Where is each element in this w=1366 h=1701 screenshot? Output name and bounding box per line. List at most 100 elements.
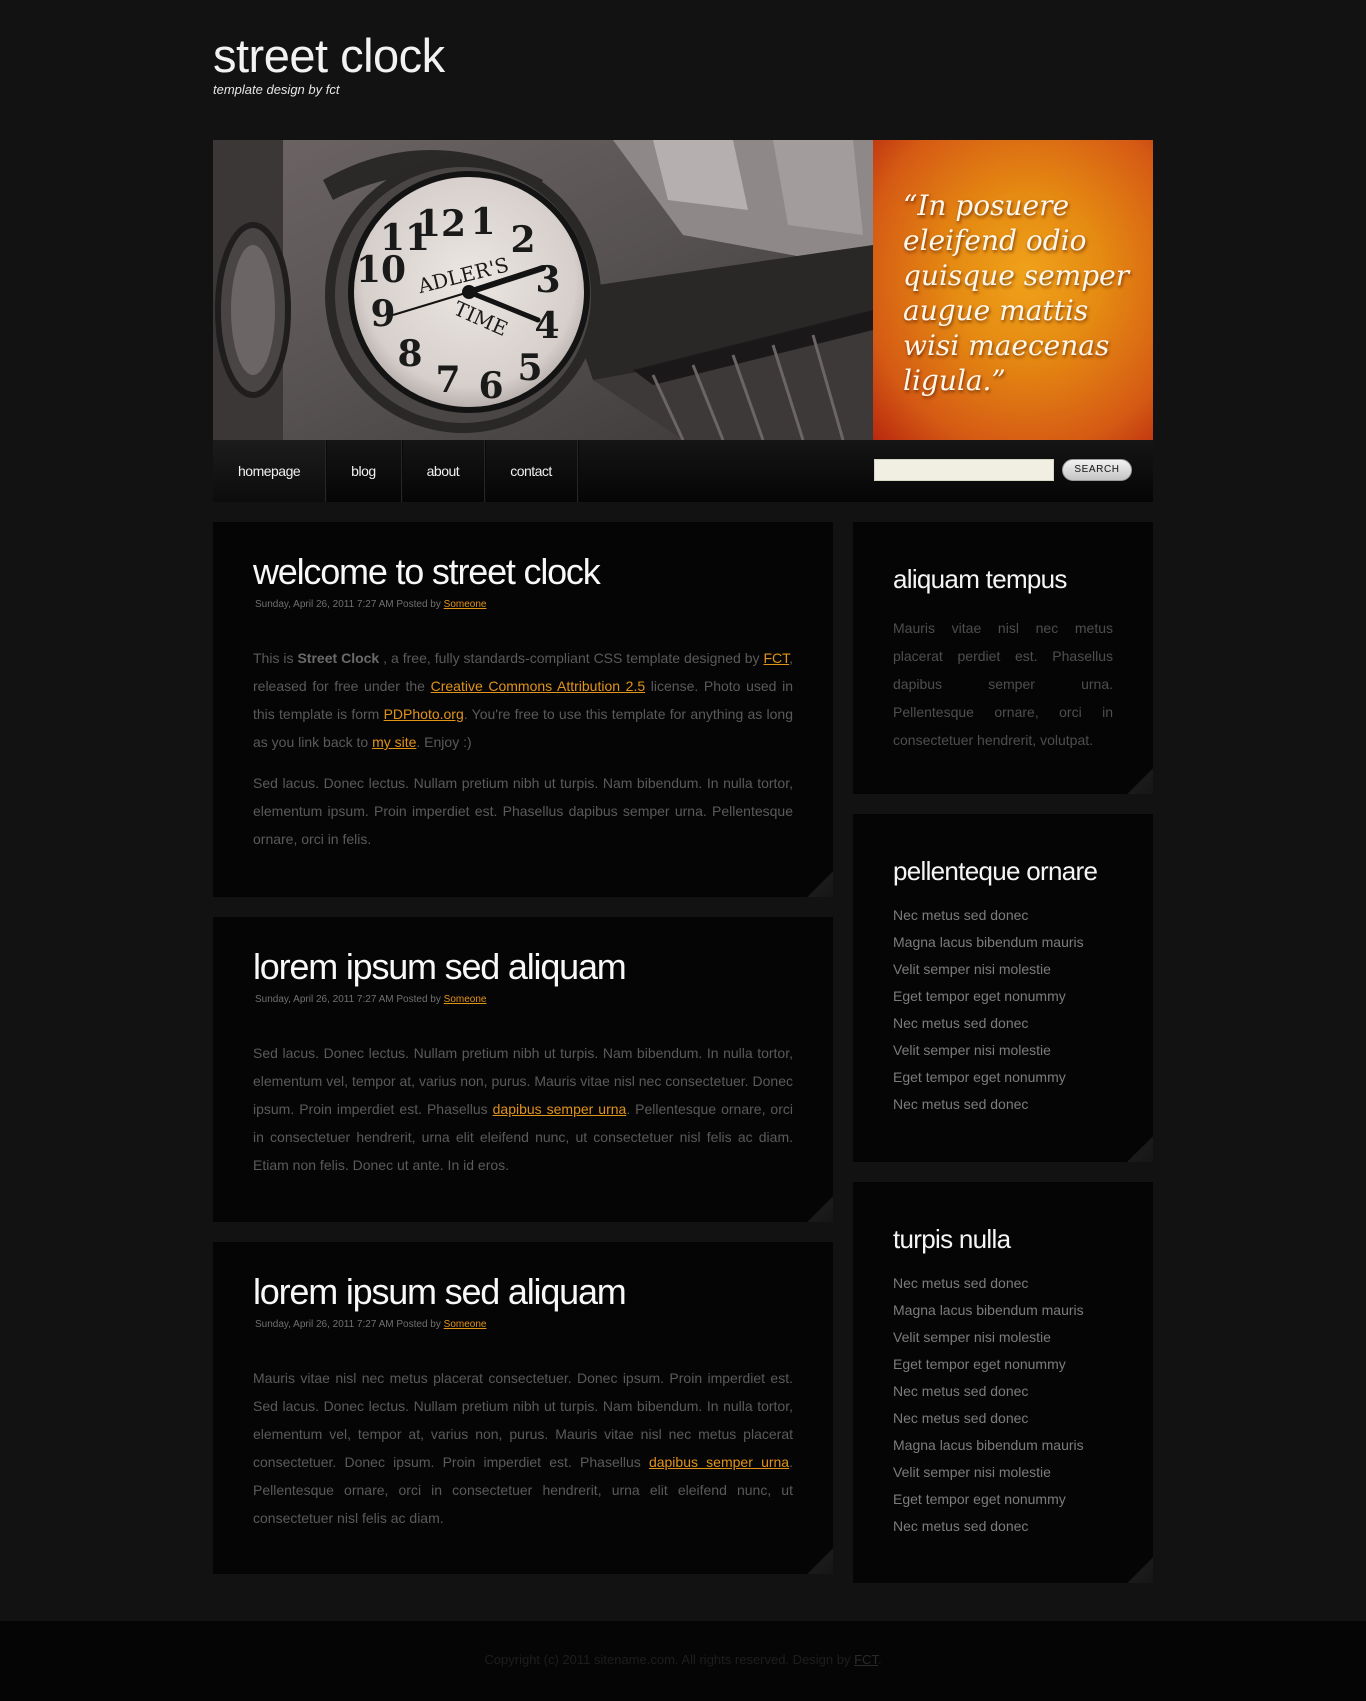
list-item[interactable]: Nec metus sed donec [893,902,1084,929]
sidebar-box-pellenteque: pellenteque ornare Nec metus sed donec M… [853,814,1153,1162]
text-run: This is [253,650,298,666]
post-date: Sunday, April 26, 2011 7:27 AM Posted by [255,994,441,1005]
clock-numeral-6: 6 [478,365,503,407]
inline-link[interactable]: dapibus semper urna [493,1101,627,1117]
nav-link-about[interactable]: about [402,440,485,502]
post-lorem-1: lorem ipsum sed aliquam Sunday, April 26… [213,917,833,1222]
my-site-link[interactable]: my site [372,734,416,750]
clock-numeral-8: 8 [397,333,422,375]
sidebar-box-aliquam: aliquam tempus Mauris vitae nisl nec met… [853,522,1153,794]
list-item[interactable]: Nec metus sed donec [893,1270,1084,1297]
post-paragraph: This is Street Clock , a free, fully sta… [253,644,793,756]
corner-fold [1127,768,1153,794]
post-paragraph: Mauris vitae nisl nec metus placerat con… [253,1364,793,1532]
site-title[interactable]: street clock [213,30,445,82]
copyright-text: Copyright (c) 2011 sitename.com. All rig… [0,1652,1366,1667]
clock-numeral-7: 7 [435,359,460,401]
nav-link-homepage[interactable]: homepage [213,440,326,502]
street-clock-photo: 12 1 2 3 4 5 6 7 8 9 10 11 ADLER'S TIME [213,140,873,440]
corner-fold [1127,1136,1153,1162]
post-author-link[interactable]: Someone [444,994,487,1005]
clock-numeral-5: 5 [517,347,542,389]
post-title[interactable]: welcome to street clock [253,552,601,592]
post-author-link[interactable]: Someone [444,599,487,610]
license-link[interactable]: Creative Commons Attribution 2.5 [431,678,646,694]
list-item[interactable]: Eget tempor eget nonummy [893,1064,1084,1091]
sidebar-text: Mauris vitae nisl nec metus placerat per… [893,620,1113,748]
sidebar-list: Nec metus sed donec Magna lacus bibendum… [893,1270,1084,1540]
corner-fold [807,1548,833,1574]
sidebar-title: turpis nulla [893,1224,1011,1254]
banner-quote-panel: “In posuere eleifend odio quisque semper… [873,140,1153,440]
post-meta: Sunday, April 26, 2011 7:27 AM Posted by… [255,1319,486,1330]
text-run: , a free, fully standards-compliant CSS … [379,650,764,666]
list-item[interactable]: Eget tempor eget nonummy [893,983,1084,1010]
nav-item-contact: contact [485,440,578,502]
text-run: . [877,1652,882,1667]
list-item[interactable]: Nec metus sed donec [893,1378,1084,1405]
clock-numeral-1: 1 [470,201,495,243]
list-item[interactable]: Velit semper nisi molestie [893,956,1084,983]
list-item[interactable]: Magna lacus bibendum mauris [893,1432,1084,1459]
inline-link[interactable]: dapibus semper urna [649,1454,789,1470]
list-item[interactable]: Nec metus sed donec [893,1513,1084,1540]
post-date: Sunday, April 26, 2011 7:27 AM Posted by [255,1319,441,1330]
post-paragraph: Sed lacus. Donec lectus. Nullam pretium … [253,775,793,847]
post-title[interactable]: lorem ipsum sed aliquam [253,1272,627,1312]
post-welcome: welcome to street clock Sunday, April 26… [213,522,833,897]
clock-numeral-9: 9 [370,293,395,335]
list-item[interactable]: Nec metus sed donec [893,1405,1084,1432]
nav-bar: homepage blog about contact SEARCH [213,440,1153,502]
list-item[interactable]: Nec metus sed donec [893,1010,1084,1037]
corner-fold [1127,1557,1153,1583]
post-meta: Sunday, April 26, 2011 7:27 AM Posted by… [255,994,486,1005]
sidebar-list: Nec metus sed donec Magna lacus bibendum… [893,902,1084,1118]
list-item[interactable]: Eget tempor eget nonummy [893,1351,1084,1378]
clock-photo-illustration: 12 1 2 3 4 5 6 7 8 9 10 11 ADLER'S TIME [213,140,873,440]
sidebar-title: pellenteque ornare [893,856,1098,886]
site-logo: street clock template design by fct [213,30,445,98]
clock-numeral-2: 2 [510,219,535,261]
nav-link-contact[interactable]: contact [485,440,577,502]
post-lorem-2: lorem ipsum sed aliquam Sunday, April 26… [213,1242,833,1574]
post-body: This is Street Clock , a free, fully sta… [253,644,793,866]
site-tagline: template design by fct [213,82,340,97]
banner-quote: “In posuere eleifend odio quisque semper… [903,189,1130,397]
page-footer: Copyright (c) 2011 sitename.com. All rig… [0,1621,1366,1701]
list-item[interactable]: Velit semper nisi molestie [893,1037,1084,1064]
clock-numeral-3: 3 [535,259,560,301]
search-input[interactable] [874,459,1054,481]
nav-link-blog[interactable]: blog [326,440,400,502]
clock-numeral-11: 11 [380,217,430,259]
list-item[interactable]: Nec metus sed donec [893,1091,1084,1118]
post-date: Sunday, April 26, 2011 7:27 AM Posted by [255,599,441,610]
template-name: Street Clock [297,650,380,666]
search-button[interactable]: SEARCH [1062,459,1132,481]
post-body: Sed lacus. Donec lectus. Nullam pretium … [253,1039,793,1192]
post-paragraph: Sed lacus. Donec lectus. Nullam pretium … [253,1039,793,1179]
clock-numeral-4: 4 [534,305,559,347]
list-item[interactable]: Velit semper nisi molestie [893,1324,1084,1351]
post-body: Mauris vitae nisl nec metus placerat con… [253,1364,793,1545]
post-title[interactable]: lorem ipsum sed aliquam [253,947,627,987]
list-item[interactable]: Eget tempor eget nonummy [893,1486,1084,1513]
sidebar-box-turpis: turpis nulla Nec metus sed donec Magna l… [853,1182,1153,1583]
sidebar-title: aliquam tempus [893,564,1067,594]
header-banner: 12 1 2 3 4 5 6 7 8 9 10 11 ADLER'S TIME [213,140,1153,440]
post-meta: Sunday, April 26, 2011 7:27 AM Posted by… [255,599,486,610]
list-item[interactable]: Magna lacus bibendum mauris [893,929,1084,956]
nav-item-about: about [402,440,486,502]
text-run: . Enjoy :) [416,734,472,750]
text-run: Copyright (c) 2011 sitename.com. All rig… [484,1652,855,1667]
pdphoto-link[interactable]: PDPhoto.org [384,706,464,722]
post-author-link[interactable]: Someone [444,1319,487,1330]
nav-item-blog: blog [326,440,402,502]
corner-fold [807,871,833,897]
corner-fold [807,1196,833,1222]
nav-item-homepage: homepage [213,440,327,502]
main-menu: homepage blog about contact [213,440,578,502]
fct-link[interactable]: FCT [763,650,789,666]
list-item[interactable]: Magna lacus bibendum mauris [893,1297,1084,1324]
footer-fct-link[interactable]: FCT [854,1652,878,1667]
list-item[interactable]: Velit semper nisi molestie [893,1459,1084,1486]
